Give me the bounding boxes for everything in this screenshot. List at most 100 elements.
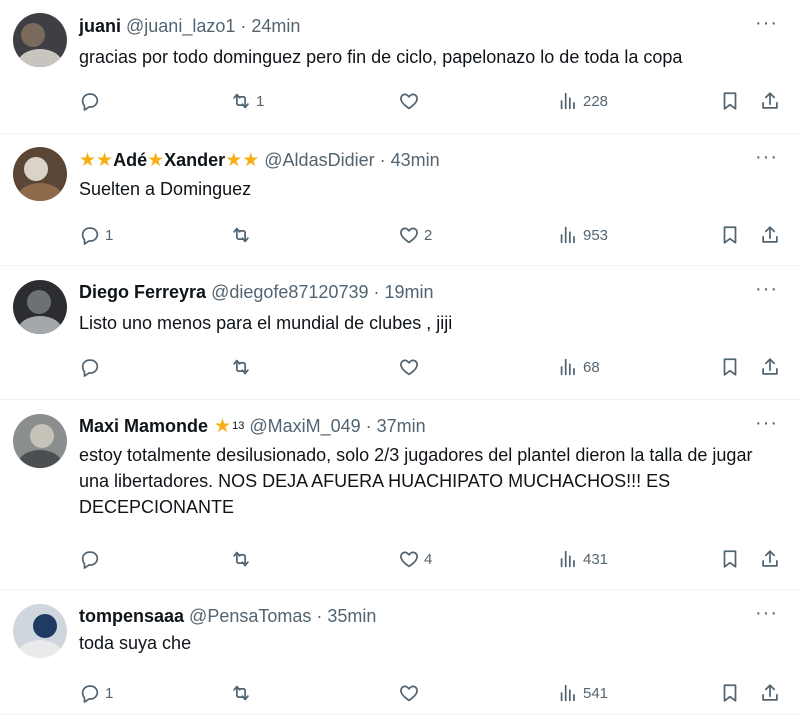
badge-count: 13: [232, 420, 245, 432]
retweet-icon: [233, 551, 249, 567]
like-icon: [400, 93, 418, 110]
timestamp[interactable]: 19min: [384, 282, 433, 303]
share-button[interactable]: [759, 546, 781, 572]
share-icon: [762, 92, 778, 109]
retweet-button[interactable]: [230, 354, 256, 380]
reply-icon: [81, 551, 99, 569]
retweet-button[interactable]: 1: [230, 88, 264, 114]
tweet-text: Listo uno menos para el mundial de clube…: [79, 313, 453, 333]
tweet-header: tompensaaa @PensaTomas · 35min: [79, 604, 740, 628]
retweet-button[interactable]: [230, 546, 256, 572]
share-button[interactable]: [759, 222, 781, 248]
share-button[interactable]: [759, 680, 781, 706]
like-button[interactable]: 2: [398, 222, 432, 248]
star-emoji-icon: ★: [79, 149, 97, 171]
tweet-reply[interactable]: Maxi Mamonde ★ 13 @MaxiM_049 · 37min ···…: [0, 400, 800, 590]
tweet-reply[interactable]: juani @juani_lazo1 · 24min ··· gracias p…: [0, 0, 800, 134]
retweet-button[interactable]: [230, 222, 256, 248]
bookmark-button[interactable]: [719, 354, 741, 380]
more-icon[interactable]: ···: [755, 602, 778, 625]
tweet-actions: 4 431: [79, 546, 782, 572]
tweet-text: gracias por todo dominguez pero fin de c…: [79, 47, 683, 67]
share-icon: [762, 550, 778, 567]
views-icon: [560, 358, 575, 376]
views-button[interactable]: 68: [557, 354, 600, 380]
reply-icon: [81, 93, 99, 111]
like-button[interactable]: 4: [398, 546, 432, 572]
views-button[interactable]: 431: [557, 546, 608, 572]
tweet-actions: 1 541: [79, 680, 782, 706]
views-button[interactable]: 541: [557, 680, 608, 706]
views-button[interactable]: 953: [557, 222, 608, 248]
tweet-actions: 68: [79, 354, 782, 380]
share-icon: [762, 358, 778, 375]
tweet-header: Diego Ferreyra @diegofe87120739 · 19min: [79, 280, 740, 304]
author-name[interactable]: Diego Ferreyra: [79, 282, 206, 303]
separator-dot: ·: [373, 281, 380, 302]
author-name[interactable]: juani: [79, 16, 121, 37]
author-handle[interactable]: @PensaTomas: [189, 606, 311, 627]
timestamp[interactable]: 37min: [377, 416, 426, 437]
retweet-button-count: 1: [256, 92, 265, 110]
author-name[interactable]: tompensaaa: [79, 606, 184, 627]
separator-dot: ·: [379, 149, 386, 170]
timestamp[interactable]: 43min: [391, 150, 440, 171]
reply-button[interactable]: 1: [79, 222, 113, 248]
bookmark-button[interactable]: [719, 88, 741, 114]
timestamp[interactable]: 24min: [251, 16, 300, 37]
tweet-header: juani @juani_lazo1 · 24min: [79, 14, 740, 38]
tweet-reply[interactable]: tompensaaa @PensaTomas · 35min ··· toda …: [0, 590, 800, 715]
retweet-button[interactable]: [230, 680, 256, 706]
star-emoji-icon: ★: [214, 415, 232, 437]
reply-button[interactable]: [79, 546, 105, 572]
avatar[interactable]: [13, 414, 67, 468]
bookmark-button[interactable]: [719, 546, 741, 572]
views-button[interactable]: 228: [557, 88, 608, 114]
separator-dot: ·: [365, 415, 372, 436]
like-icon: [400, 359, 418, 376]
like-button[interactable]: [398, 354, 424, 380]
like-icon: [400, 685, 418, 702]
bookmark-button[interactable]: [719, 222, 741, 248]
tweet-header: ★ ★ Adé ★ Xander ★ ★ @AldasDidier · 43mi…: [79, 148, 740, 172]
reply-button[interactable]: 1: [79, 680, 113, 706]
tweet-reply[interactable]: Diego Ferreyra @diegofe87120739 · 19min …: [0, 266, 800, 400]
author-handle[interactable]: @MaxiM_049: [249, 416, 360, 437]
tweet-reply[interactable]: ★ ★ Adé ★ Xander ★ ★ @AldasDidier · 43mi…: [0, 134, 800, 266]
author-name-suffix[interactable]: Xander: [164, 150, 225, 171]
views-button-count: 541: [583, 684, 609, 702]
separator-dot: ·: [316, 605, 323, 626]
more-icon[interactable]: ···: [755, 12, 778, 35]
author-handle[interactable]: @diegofe87120739: [211, 282, 368, 303]
reply-icon: [81, 227, 99, 245]
retweet-icon: [233, 359, 249, 375]
star-emoji-icon: ★: [147, 149, 165, 171]
like-button[interactable]: [398, 88, 424, 114]
avatar[interactable]: [13, 13, 67, 67]
reply-button-count: 1: [105, 684, 114, 702]
more-icon[interactable]: ···: [755, 278, 778, 301]
reply-button[interactable]: [79, 354, 105, 380]
bookmark-button[interactable]: [719, 680, 741, 706]
author-name[interactable]: Maxi Mamonde: [79, 416, 208, 437]
reply-button[interactable]: [79, 88, 105, 114]
avatar[interactable]: [13, 280, 67, 334]
author-handle[interactable]: @juani_lazo1: [126, 16, 235, 37]
author-handle[interactable]: @AldasDidier: [264, 150, 374, 171]
avatar[interactable]: [13, 147, 67, 201]
bookmark-icon: [723, 550, 737, 568]
views-icon: [560, 226, 575, 244]
retweet-icon: [233, 227, 249, 243]
timestamp[interactable]: 35min: [327, 606, 376, 627]
share-icon: [762, 684, 778, 701]
more-icon[interactable]: ···: [755, 146, 778, 169]
like-button[interactable]: [398, 680, 424, 706]
more-icon[interactable]: ···: [755, 412, 778, 435]
retweet-icon: [233, 93, 249, 109]
bookmark-icon: [723, 92, 737, 110]
author-name[interactable]: Adé: [113, 150, 147, 171]
like-icon: [400, 227, 418, 244]
avatar[interactable]: [13, 604, 67, 658]
share-button[interactable]: [759, 88, 781, 114]
share-button[interactable]: [759, 354, 781, 380]
